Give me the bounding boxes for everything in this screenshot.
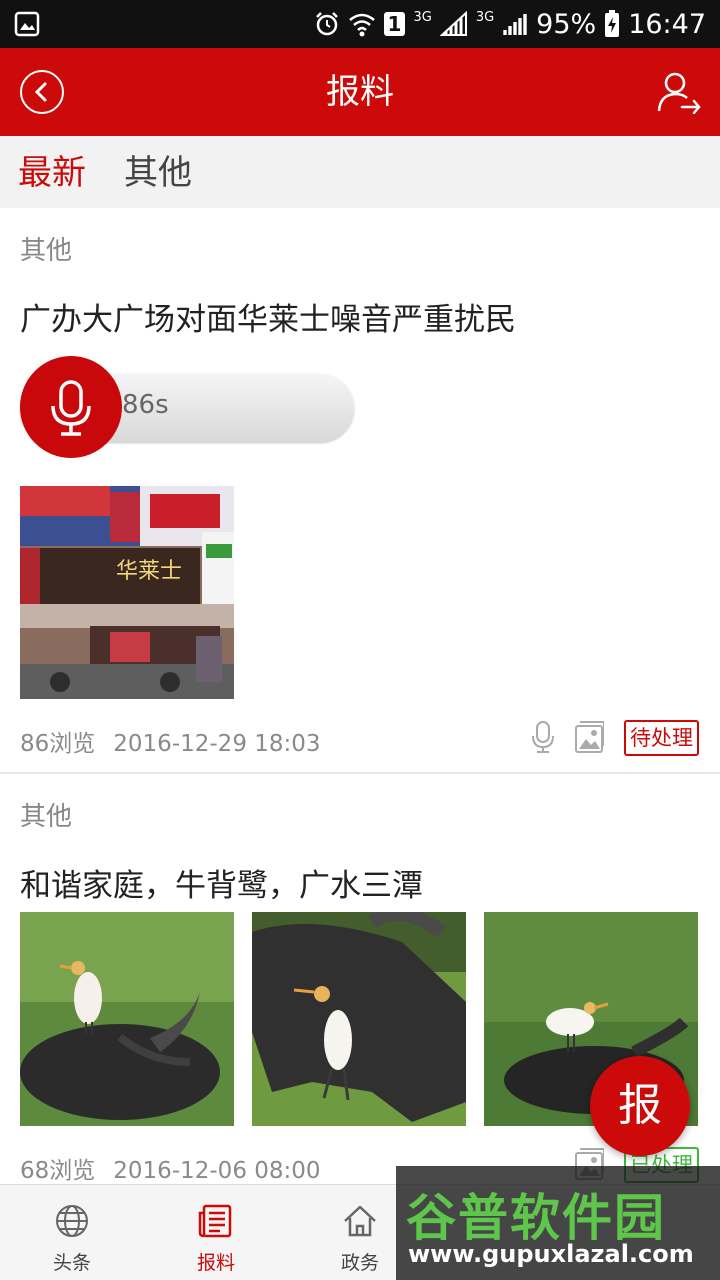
post-photo[interactable]: 华莱士 (20, 486, 234, 699)
wifi-icon (348, 13, 375, 37)
post-photo[interactable] (252, 912, 466, 1126)
post-category: 其他 (20, 236, 73, 266)
app-bar: 报料 (0, 48, 720, 136)
alarm-icon (315, 12, 338, 36)
nav-label: 报料 (196, 1252, 235, 1274)
user-logout-icon[interactable] (656, 70, 702, 114)
view-count: 68浏览 (20, 1158, 96, 1184)
gallery-notification-icon (14, 11, 40, 37)
microphone-icon (51, 380, 91, 436)
nav-label: 政务 (340, 1252, 379, 1274)
post-date: 2016-12-06 08:00 (113, 1158, 321, 1184)
post-meta: 68浏览 2016-12-06 08:00 (20, 1151, 321, 1185)
sim-indicator: 1 (383, 12, 406, 36)
network-type-2: 3G (475, 10, 495, 25)
tab-other[interactable]: 其他 (124, 136, 192, 208)
page-title: 报料 (326, 72, 394, 112)
post-category: 其他 (20, 802, 73, 832)
report-fab-button[interactable]: 报 (590, 1056, 690, 1156)
post-title[interactable]: 广办大广场对面华莱士噪音严重扰民 (20, 294, 516, 339)
signal-icon-1 (439, 11, 467, 36)
post-photo[interactable] (20, 912, 234, 1126)
post-meta: 86浏览 2016-12-29 18:03 (20, 724, 321, 758)
nav-item-report[interactable]: 报料 (166, 1185, 266, 1280)
status-badge: 待处理 (624, 720, 699, 756)
signal-icon-2 (503, 14, 527, 35)
nav-item-headlines[interactable]: 头条 (22, 1185, 122, 1280)
watermark-url: www.gupuxlazal.com (408, 1240, 694, 1268)
view-count: 86浏览 (20, 731, 96, 757)
home-icon (344, 1205, 376, 1237)
storefront-photo: 华莱士 (20, 486, 234, 699)
network-type-1: 3G (413, 10, 432, 25)
clock: 16:47 (628, 8, 706, 40)
post-date: 2016-12-29 18:03 (113, 731, 321, 757)
globe-icon (56, 1205, 88, 1237)
audio-attachment-icon (532, 721, 554, 753)
status-bar: 1 3G 3G 95% 16:47 (0, 0, 720, 48)
news-icon (198, 1204, 232, 1238)
audio-play-button[interactable] (20, 356, 122, 458)
watermark: 谷普软件园 www.gupuxlazal.com (396, 1166, 720, 1280)
category-tabs: 最新 其他 (0, 136, 720, 208)
storefront-sign: 华莱士 (116, 559, 182, 584)
audio-duration: 86s (122, 390, 169, 420)
nav-label: 头条 (52, 1252, 91, 1274)
egret-buffalo-photo (252, 912, 466, 1126)
battery-charging-icon (605, 10, 620, 37)
tab-latest[interactable]: 最新 (18, 136, 86, 208)
image-attachment-icon (575, 721, 604, 753)
egret-buffalo-photo (20, 912, 234, 1126)
post-title[interactable]: 和谐家庭，牛背鹭，广水三潭 (20, 860, 423, 905)
battery-percent: 95% (536, 8, 597, 40)
nav-item-government[interactable]: 政务 (310, 1185, 410, 1280)
